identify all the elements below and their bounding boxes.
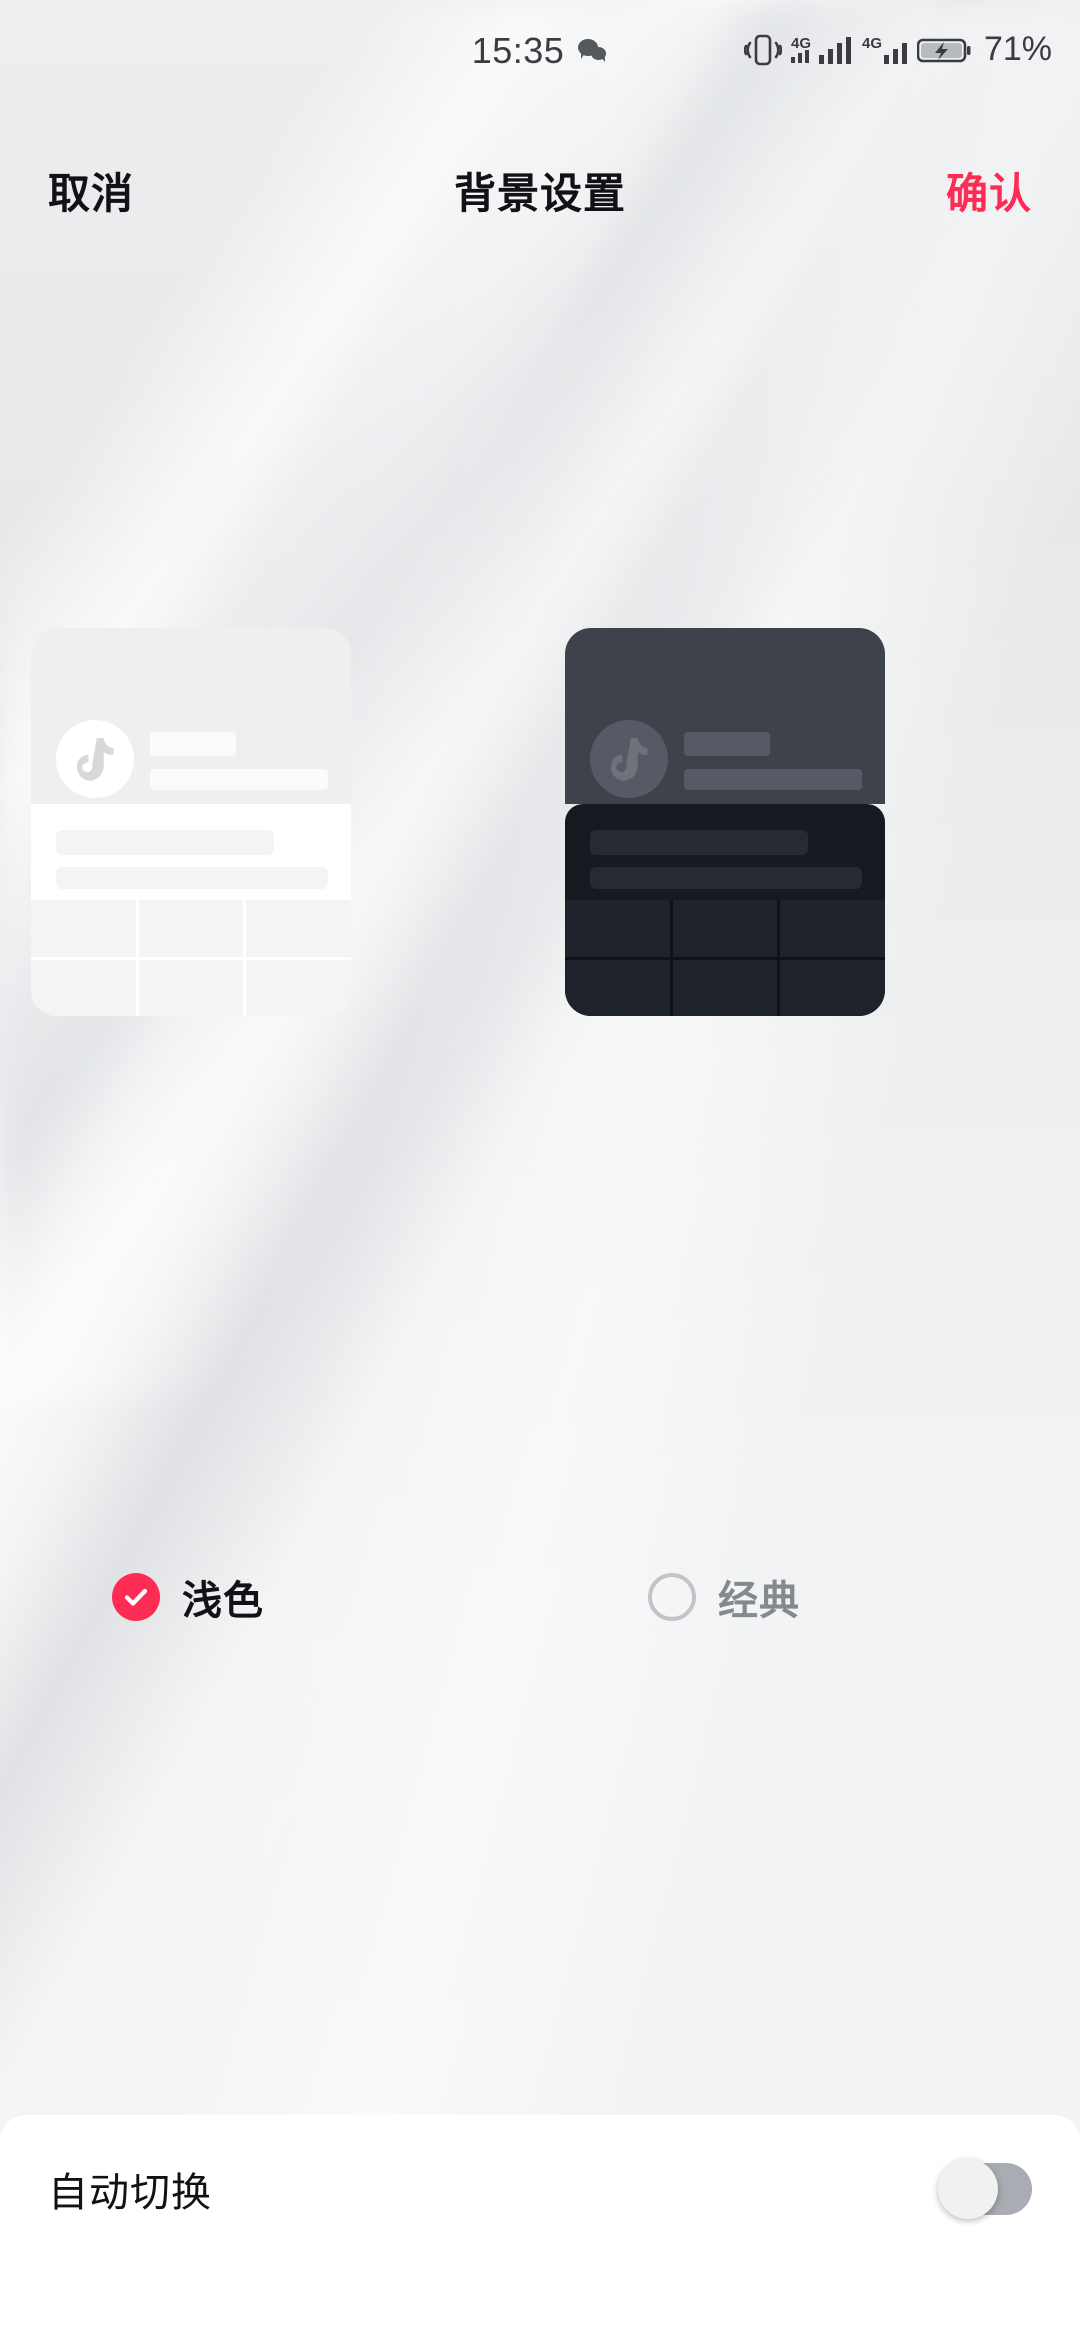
preview-placeholder-line [684, 769, 862, 790]
battery-charging-icon [916, 38, 971, 62]
preview-grid [565, 900, 885, 1016]
light-theme-preview[interactable] [31, 628, 351, 1016]
preview-content-bar [590, 830, 808, 855]
page-title: 背景设置 [453, 170, 626, 217]
navigation-header: 取消 背景设置 确认 [0, 160, 1080, 246]
preview-text-placeholders [684, 732, 862, 790]
preview-content-area [31, 804, 351, 900]
preview-grid-cell [565, 900, 670, 957]
confirm-button[interactable]: 确认 [946, 160, 1032, 221]
wechat-icon [578, 38, 608, 64]
status-bar-right: 4G 4G 71% [743, 30, 1052, 69]
classic-theme-preview[interactable] [565, 628, 885, 1016]
theme-preview-row [0, 628, 1080, 1016]
preview-grid-cell [138, 900, 244, 957]
preview-content-bar [56, 867, 328, 889]
app-screen: 15:35 4G 4G 71% 取消 背景设置 确认 浅色 经典 自动切换 [0, 0, 1080, 2340]
theme-option-classic[interactable]: 经典 [648, 1568, 800, 1626]
preview-grid-cell [31, 900, 136, 957]
signal-4g-icon-2: 4G [862, 35, 907, 64]
preview-grid-cell [31, 959, 136, 1016]
douyin-note-icon [76, 737, 114, 781]
auto-switch-row[interactable]: 自动切换 [0, 2115, 1080, 2263]
svg-text:4G: 4G [862, 35, 882, 52]
auto-switch-label: 自动切换 [48, 2171, 212, 2215]
auto-switch-toggle[interactable] [938, 2159, 1032, 2219]
preview-grid [31, 900, 351, 1016]
preview-grid-cell [246, 959, 351, 1016]
battery-percentage: 71% [983, 30, 1052, 68]
preview-content-area [565, 804, 885, 900]
status-clock: 15:35 [471, 30, 565, 71]
preview-grid-cell [246, 900, 351, 957]
radio-unselected-icon[interactable] [648, 1573, 696, 1621]
preview-text-placeholders [150, 732, 328, 790]
preview-grid-cell [565, 959, 670, 1016]
preview-content-bar [56, 830, 274, 855]
preview-grid-cell [138, 959, 244, 1016]
signal-4g-icon-1: 4G [790, 35, 851, 64]
preview-header-area [565, 628, 885, 804]
preview-grid-cell [780, 900, 885, 957]
preview-avatar [56, 720, 134, 798]
preview-placeholder-line [150, 732, 236, 756]
theme-option-label-light: 浅色 [182, 1579, 264, 1623]
theme-option-label-classic: 经典 [718, 1579, 800, 1623]
douyin-note-icon [610, 737, 648, 781]
preview-placeholder-line [150, 769, 328, 790]
svg-text:4G: 4G [791, 35, 811, 52]
preview-grid-cell [780, 959, 885, 1016]
status-bar: 15:35 4G 4G 71% [0, 0, 1080, 96]
vibrate-icon [743, 34, 782, 65]
preview-grid-cell [672, 959, 778, 1016]
preview-placeholder-line [684, 732, 770, 756]
preview-avatar [590, 720, 668, 798]
check-icon [124, 1588, 148, 1606]
theme-option-light[interactable]: 浅色 [112, 1568, 264, 1626]
preview-header-area [31, 628, 351, 804]
bottom-panel: 自动切换 [0, 2115, 1080, 2340]
toggle-knob [938, 2159, 998, 2219]
preview-grid-cell [672, 900, 778, 957]
radio-selected-icon[interactable] [112, 1573, 160, 1621]
preview-content-bar [590, 867, 862, 889]
theme-option-row: 浅色 经典 [0, 1568, 1080, 1658]
